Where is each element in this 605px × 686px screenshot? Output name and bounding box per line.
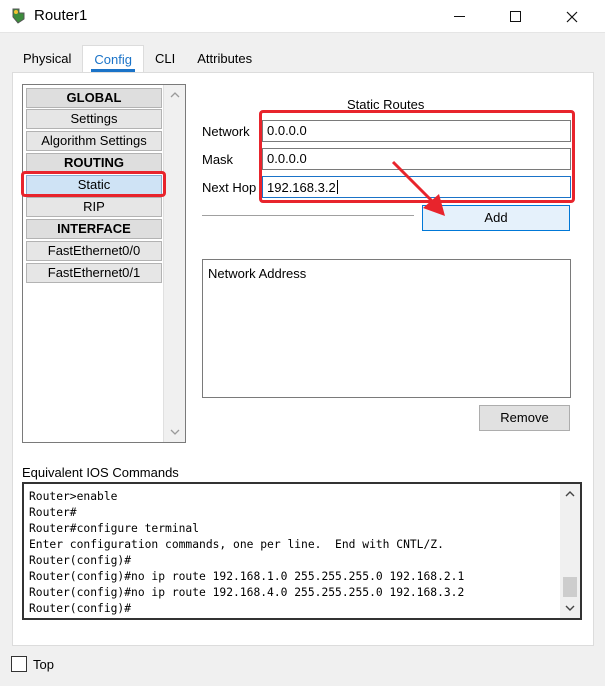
tab-physical[interactable]: Physical [12, 45, 83, 73]
arrow-annotation [391, 160, 445, 216]
console-line: Router#configure terminal [29, 522, 200, 535]
chevron-down-icon[interactable] [169, 426, 181, 438]
nav-item-fastethernet0-1[interactable]: FastEthernet0/1 [26, 263, 162, 283]
chevron-up-icon[interactable] [564, 488, 576, 500]
nav-header-routing: ROUTING [26, 153, 162, 173]
maximize-icon [509, 11, 521, 22]
next-hop-label: Next Hop [202, 180, 257, 195]
tab-attributes[interactable]: Attributes [186, 45, 264, 73]
divider [202, 215, 414, 216]
window-title: Router1 [34, 7, 88, 24]
network-address-header: Network Address [208, 266, 307, 281]
console-line: Enter configuration commands, one per li… [29, 538, 444, 551]
nav-header-global: GLOBAL [26, 88, 162, 108]
tab-cli[interactable]: CLI [144, 45, 187, 73]
console-line: Router(config)# [29, 554, 132, 567]
network-address-list[interactable]: Network Address [202, 259, 571, 398]
nav-item-fastethernet0-0[interactable]: FastEthernet0/0 [26, 241, 162, 261]
console-line: Router(config)#no ip route 192.168.1.0 2… [29, 570, 465, 583]
console-line: Router(config)# [29, 602, 132, 615]
ios-commands-label: Equivalent IOS Commands [22, 465, 179, 480]
static-highlight-annotation [21, 171, 166, 197]
top-checkbox[interactable] [11, 656, 27, 672]
tab-bar: Physical Config CLI Attributes [12, 45, 264, 73]
close-button[interactable] [549, 0, 595, 33]
console-scrollbar[interactable] [560, 484, 580, 618]
ios-commands-console[interactable]: Router>enable Router# Router#configure t… [22, 482, 582, 620]
config-nav-list: GLOBAL Settings Algorithm Settings ROUTI… [22, 84, 186, 443]
maximize-button[interactable] [492, 0, 538, 33]
chevron-up-icon[interactable] [169, 89, 181, 101]
nav-item-settings[interactable]: Settings [26, 109, 162, 129]
nav-header-interface: INTERFACE [26, 219, 162, 239]
nav-item-algorithm-settings[interactable]: Algorithm Settings [26, 131, 162, 151]
console-line: Router>enable [29, 490, 118, 503]
minimize-button[interactable] [436, 0, 482, 33]
mask-label: Mask [202, 152, 234, 167]
title-bar: Router1 [0, 0, 605, 33]
console-line: Router(config)#no ip route 192.168.4.0 2… [29, 586, 465, 599]
nav-scrollbar[interactable] [163, 85, 185, 442]
network-label: Network [202, 124, 250, 139]
console-line: Router# [29, 506, 77, 519]
remove-button[interactable]: Remove [479, 405, 570, 431]
router-app-icon [12, 8, 25, 24]
top-label: Top [33, 657, 54, 672]
chevron-down-icon[interactable] [564, 602, 576, 614]
minimize-icon [453, 16, 465, 17]
nav-item-rip[interactable]: RIP [26, 197, 162, 217]
tab-config[interactable]: Config [82, 45, 144, 73]
close-icon [566, 11, 578, 22]
console-scroll-thumb[interactable] [563, 577, 577, 597]
